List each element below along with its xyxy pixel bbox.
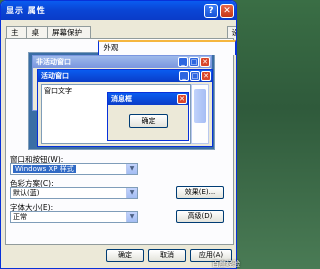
color-scheme-dropdown[interactable]: 默认(蓝) ▼	[10, 187, 138, 199]
preview-window-text: 窗口文字	[44, 87, 72, 95]
title-bar[interactable]: 显示 属性 ? ✕	[1, 1, 236, 20]
preview-scrollbar	[191, 84, 209, 144]
maximize-icon: □	[190, 71, 200, 81]
cancel-button[interactable]: 取消	[148, 249, 186, 262]
window-title: 显示 属性	[6, 6, 46, 15]
chevron-down-icon[interactable]: ▼	[126, 164, 137, 174]
minimize-icon: _	[179, 71, 189, 81]
preview-inactive-title: 非活动窗口	[36, 58, 71, 66]
style-dropdown[interactable]: Windows XP 样式 ▼	[10, 163, 138, 175]
style-value: Windows XP 样式	[13, 165, 76, 173]
font-size-value: 正常	[13, 213, 27, 221]
preview-msgbox-title: 消息框	[111, 95, 132, 103]
color-scheme-value: 默认(蓝)	[13, 189, 40, 197]
close-icon: ✕	[201, 71, 211, 81]
chevron-down-icon[interactable]: ▼	[126, 212, 137, 222]
advanced-button[interactable]: 高级(D)	[176, 210, 224, 223]
preview-message-box: 消息框 ✕ 确定	[107, 92, 189, 141]
effects-button[interactable]: 效果(E)...	[176, 186, 224, 199]
minimize-icon: _	[178, 57, 188, 67]
tab-appearance[interactable]: 外观	[98, 40, 236, 55]
maximize-icon: □	[189, 57, 199, 67]
preview-active-title: 活动窗口	[41, 72, 69, 80]
help-button[interactable]: ?	[204, 3, 218, 18]
ok-button[interactable]: 确定	[106, 249, 144, 262]
close-button[interactable]: ✕	[220, 3, 234, 18]
display-properties-window: 显示 属性 ? ✕ 主题 桌面 屏幕保护程序 外观 设置 非活动窗口 _□✕ 活…	[0, 0, 237, 269]
font-size-dropdown[interactable]: 正常 ▼	[10, 211, 138, 223]
watermark-logo: 百度经验	[212, 260, 240, 268]
close-icon: ✕	[177, 94, 187, 104]
preview-ok-button: 确定	[129, 114, 168, 128]
appearance-panel: 非活动窗口 _ □ ✕ 活动窗口 _ □ ✕ 窗口文字 消息框 ✕ 确定 窗口和…	[5, 38, 234, 245]
chevron-down-icon[interactable]: ▼	[126, 188, 137, 198]
appearance-preview: 非活动窗口 _ □ ✕ 活动窗口 _ □ ✕ 窗口文字 消息框 ✕ 确定	[28, 52, 215, 150]
close-icon: ✕	[200, 57, 210, 67]
